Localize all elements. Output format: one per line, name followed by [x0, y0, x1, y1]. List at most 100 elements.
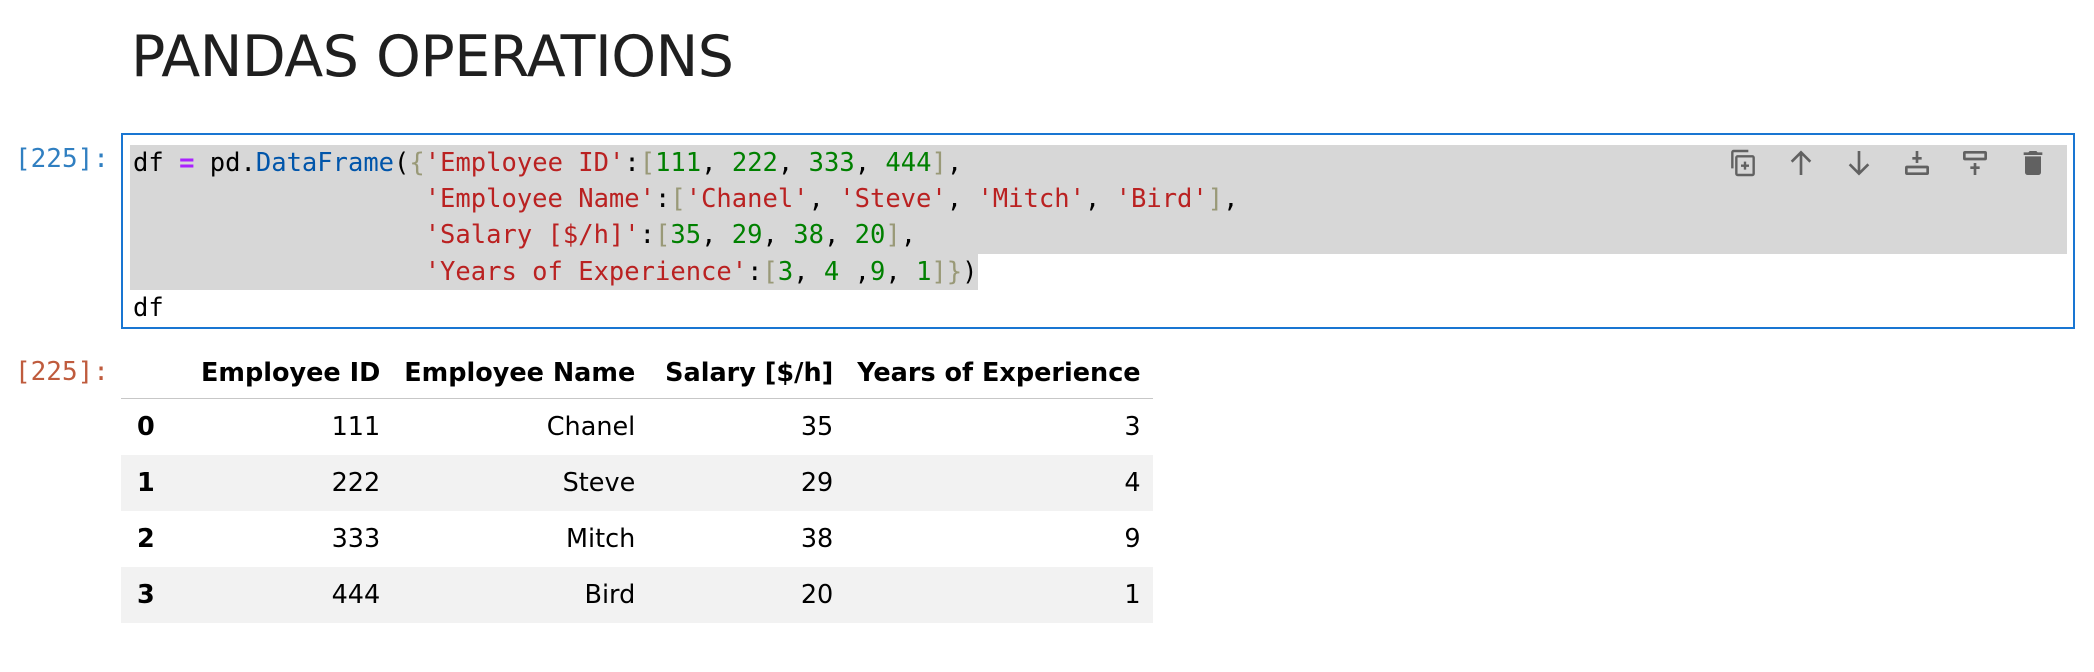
code-token: 'Chanel' [685, 184, 809, 215]
code-token: 333 [808, 148, 855, 178]
code-token: , [946, 184, 978, 215]
table-header-row: Employee ID Employee Name Salary [$/h] Y… [121, 348, 1153, 399]
code-token: 'Employee ID' [424, 148, 625, 178]
code-token: [ [639, 148, 656, 178]
table-row: 1 222 Steve 29 4 [121, 455, 1153, 511]
code-token: , [808, 184, 840, 215]
code-token: 20 [854, 220, 886, 251]
code-token: 111 [655, 148, 702, 178]
code-token: ] [931, 148, 947, 178]
column-header-employee-name: Employee Name [392, 348, 648, 399]
code-token: [ [655, 220, 671, 251]
code-token: ] [885, 220, 901, 251]
output-prompt: [225]: [15, 357, 109, 387]
code-token: 1 [916, 256, 932, 287]
cell-employee-id: 222 [331, 468, 381, 498]
code-token: 'Mitch' [977, 184, 1085, 215]
cell-salary: 35 [800, 412, 834, 442]
cell-employee-id: 111 [331, 412, 381, 442]
code-token: 29 [731, 220, 763, 251]
code-token: ) [962, 256, 978, 287]
cell-years-of-experience: 9 [1124, 524, 1141, 554]
code-token: , [1084, 184, 1116, 215]
code-token: ( [394, 148, 410, 178]
code-token: 4 [823, 256, 840, 287]
code-token: , [762, 220, 794, 251]
code-line[interactable]: 'Employee Name':['Chanel', 'Steve', 'Mit… [130, 181, 2067, 218]
code-token: 35 [670, 220, 702, 251]
code-token: 'Salary [$/h]' [424, 220, 640, 251]
cell-years-of-experience: 1 [1124, 580, 1141, 610]
dataframe-output-table: Employee ID Employee Name Salary [$/h] Y… [121, 348, 1153, 623]
code-token: , [1223, 184, 1239, 215]
code-token: ]} [931, 256, 963, 287]
cell-years-of-experience: 4 [1124, 468, 1141, 498]
cell-toolbar [1725, 145, 2051, 181]
code-token: , [900, 220, 917, 251]
code-token: 'Bird' [1115, 184, 1208, 215]
row-index: 3 [137, 580, 155, 610]
column-header-employee-id: Employee ID [189, 348, 393, 399]
code-token: : [747, 256, 763, 287]
code-token: : [624, 148, 640, 178]
table-row: 0 111 Chanel 35 3 [121, 399, 1153, 456]
cell-employee-name: Mitch [565, 524, 636, 554]
code-token: [ [670, 184, 686, 215]
delete-icon [2023, 151, 2043, 175]
move-up-button[interactable] [1783, 145, 1819, 181]
code-token: 'Years of Experience' [424, 256, 748, 287]
code-token: DataFrame [255, 148, 395, 178]
code-token: , [946, 148, 963, 178]
code-token: = [179, 148, 195, 178]
code-token: { [409, 148, 425, 178]
column-header-years-of-experience: Years of Experience [845, 348, 1153, 399]
table-row: 3 444 Bird 20 1 [121, 567, 1153, 623]
code-token: , [854, 148, 886, 178]
row-index: 1 [137, 468, 155, 498]
code-cell-editor[interactable]: df = pd.DataFrame({'Employee ID':[111, 2… [121, 133, 2075, 329]
cell-salary: 20 [800, 580, 834, 610]
code-token: , [885, 256, 917, 287]
code-line[interactable]: 'Years of Experience':[3, 4 ,9, 1]}) [130, 253, 2067, 290]
code-token: df [133, 292, 164, 323]
cell-employee-id: 333 [331, 524, 381, 554]
code-token: ] [1207, 184, 1224, 215]
code-token: pd. [194, 148, 256, 178]
move-down-icon [1848, 151, 1870, 176]
cell-salary: 29 [800, 468, 834, 498]
code-line[interactable]: df [133, 290, 2067, 326]
code-token: 38 [793, 220, 824, 251]
code-token: 444 [885, 148, 932, 178]
code-token: 9 [869, 256, 886, 287]
code-token: , [839, 256, 870, 287]
code-token: : [655, 184, 671, 215]
code-line[interactable]: 'Salary [$/h]':[35, 29, 38, 20], [130, 217, 2067, 254]
row-index: 0 [137, 412, 155, 442]
move-down-button[interactable] [1841, 145, 1877, 181]
row-index: 2 [137, 524, 155, 554]
insert-above-icon [1905, 151, 1929, 175]
code-token: , [777, 148, 809, 178]
code-token: 222 [731, 148, 778, 178]
code-token: , [793, 256, 824, 287]
code-token: 'Steve' [839, 184, 947, 215]
column-header-salary: Salary [$/h] [647, 348, 846, 399]
insert-below-icon [1963, 151, 1987, 175]
duplicate-cell-button[interactable] [1725, 145, 1761, 181]
insert-above-button[interactable] [1899, 145, 1935, 181]
code-token: : [639, 220, 655, 251]
notebook-heading: PANDAS OPERATIONS [131, 24, 734, 90]
input-prompt: [225]: [15, 144, 109, 174]
code-token: 3 [777, 256, 794, 287]
code-token: [ [762, 256, 778, 287]
insert-below-button[interactable] [1957, 145, 1993, 181]
move-up-icon [1790, 150, 1812, 175]
table-row: 2 333 Mitch 38 9 [121, 511, 1153, 567]
code-token: 'Employee Name' [424, 184, 655, 215]
cell-employee-name: Steve [562, 468, 636, 498]
delete-cell-button[interactable] [2015, 145, 2051, 181]
